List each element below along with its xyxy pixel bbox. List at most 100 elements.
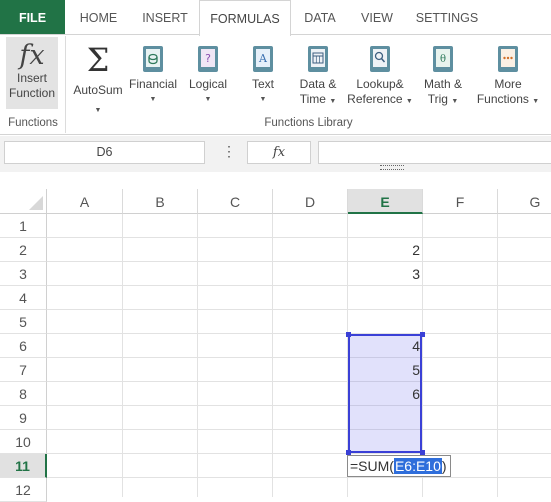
more-functions-label-2-text: Functions [476, 92, 529, 106]
group-label-functions-library: Functions Library [264, 117, 353, 129]
formula-input[interactable] [318, 141, 551, 164]
cell-e6[interactable]: 4 [347, 334, 420, 358]
column-header-c[interactable]: C [198, 189, 273, 214]
math-trig-label-1: Math & [423, 77, 462, 91]
svg-text:A: A [258, 52, 268, 65]
gridline [497, 214, 498, 497]
chevron-down-icon: ▼ [532, 98, 540, 105]
more-functions-button[interactable]: More Functions ▼ [474, 37, 542, 112]
more-book-icon [498, 46, 518, 72]
chevron-down-icon: ▼ [451, 98, 459, 105]
svg-text:?: ? [205, 52, 211, 65]
autosum-label: AutoSum [73, 83, 123, 97]
chevron-down-icon: ▼ [259, 96, 267, 103]
tab-file[interactable]: FILE [0, 0, 65, 35]
column-header-f[interactable]: F [423, 189, 498, 214]
editor-range-reference: E6:E10 [393, 458, 442, 474]
more-functions-label-2: Functions ▼ [474, 92, 542, 109]
tab-home[interactable]: HOME [65, 0, 132, 35]
chevron-down-icon: ▼ [94, 107, 102, 114]
gridline [122, 214, 123, 497]
formula-bar: D6 ⋮ fx [0, 136, 551, 172]
lookup-label-1: Lookup& [356, 77, 404, 91]
date-time-label-2-text: Time [299, 92, 326, 106]
date-time-label-2: Time ▼ [292, 92, 344, 109]
select-all-corner[interactable] [0, 189, 47, 214]
corner-triangle-icon [29, 196, 43, 210]
math-trig-button[interactable]: θ Math & Trig ▼ [416, 37, 470, 112]
cell-e7[interactable]: 5 [347, 358, 420, 382]
column-header-d[interactable]: D [273, 189, 348, 214]
row-header-4[interactable]: 4 [0, 286, 47, 310]
resize-handle[interactable] [420, 332, 425, 337]
svg-text:θ: θ [440, 54, 446, 65]
cell-e2[interactable]: 2 [347, 238, 420, 262]
lookup-label-2-text: Reference [347, 92, 403, 106]
chevron-down-icon: ▼ [149, 96, 157, 103]
insert-function-button[interactable]: fx Insert Function [6, 37, 58, 109]
row-header-12[interactable]: 12 [0, 478, 47, 502]
cell-e8[interactable]: 6 [347, 382, 420, 406]
tab-view[interactable]: VIEW [350, 0, 404, 35]
date-time-button[interactable]: Data & Time ▼ [292, 37, 344, 112]
ribbon-tabs: FILE HOME INSERT FORMULAS DATA VIEW SETT… [0, 0, 551, 36]
row-header-3[interactable]: 3 [0, 262, 47, 286]
chevron-down-icon: ▼ [405, 98, 413, 105]
resize-grip-icon[interactable] [380, 165, 404, 170]
editor-suffix: ) [441, 458, 447, 474]
name-box[interactable]: D6 [4, 141, 205, 164]
lookup-reference-button[interactable]: Lookup& Reference ▼ [347, 37, 413, 112]
tab-data[interactable]: DATA [291, 0, 349, 35]
insert-function-fx-button[interactable]: fx [247, 141, 311, 164]
math-trig-label-2-text: Trig [427, 92, 448, 106]
insert-function-label-1: Insert [16, 71, 47, 85]
row-header-7[interactable]: 7 [0, 358, 47, 382]
tab-insert[interactable]: INSERT [132, 0, 198, 35]
text-book-icon: A [253, 46, 273, 72]
row-header-9[interactable]: 9 [0, 406, 47, 430]
column-header-b[interactable]: B [123, 189, 198, 214]
row-header-5[interactable]: 5 [0, 310, 47, 334]
logical-button[interactable]: ? Logical ▼ [182, 37, 234, 112]
row-header-6[interactable]: 6 [0, 334, 47, 358]
gridline [197, 214, 198, 497]
spreadsheet-grid[interactable]: A B C D E F G 1 2 3 4 5 6 7 8 9 10 11 12… [0, 189, 551, 502]
column-header-e[interactable]: E [348, 189, 423, 214]
column-header-g[interactable]: G [498, 189, 551, 214]
cell-e3[interactable]: 3 [347, 262, 420, 286]
row-header-8[interactable]: 8 [0, 382, 47, 406]
chevron-down-icon: ▼ [204, 96, 212, 103]
date-time-label-1: Data & [299, 77, 337, 91]
sigma-icon: Σ [86, 41, 110, 79]
financial-button[interactable]: Financial ▼ [127, 37, 179, 112]
row-header-1[interactable]: 1 [0, 214, 47, 238]
cell-editor[interactable]: =SUM(E6:E10) [347, 455, 451, 477]
logical-label: Logical [188, 77, 228, 91]
group-label-functions: Functions [8, 117, 58, 129]
gridline [272, 214, 273, 497]
row-header-2[interactable]: 2 [0, 238, 47, 262]
insert-function-label-2: Function [8, 86, 56, 100]
editor-prefix: =SUM( [350, 458, 394, 474]
more-vertical-icon[interactable]: ⋮ [222, 141, 236, 161]
calendar-book-icon [308, 46, 328, 72]
lookup-book-icon [370, 46, 390, 72]
column-header-a[interactable]: A [47, 189, 123, 214]
text-button[interactable]: A Text ▼ [237, 37, 289, 112]
tab-formulas[interactable]: FORMULAS [199, 0, 291, 36]
chevron-down-icon: ▼ [329, 98, 337, 105]
financial-label: Financial [128, 77, 178, 91]
fx-icon: fx [19, 40, 45, 71]
math-book-icon: θ [433, 46, 453, 72]
ribbon-bottom-border [0, 134, 551, 135]
logical-book-icon: ? [198, 46, 218, 72]
math-trig-label-2: Trig ▼ [416, 92, 470, 109]
row-header-11[interactable]: 11 [0, 454, 47, 478]
text-label: Text [251, 77, 274, 91]
tab-settings[interactable]: SETTINGS [405, 0, 489, 35]
row-header-10[interactable]: 10 [0, 430, 47, 454]
lookup-label-2: Reference ▼ [347, 92, 413, 109]
financial-book-icon [143, 46, 163, 72]
autosum-button[interactable]: Σ AutoSum ▼ [70, 37, 126, 117]
more-functions-label-1: More [494, 77, 522, 91]
